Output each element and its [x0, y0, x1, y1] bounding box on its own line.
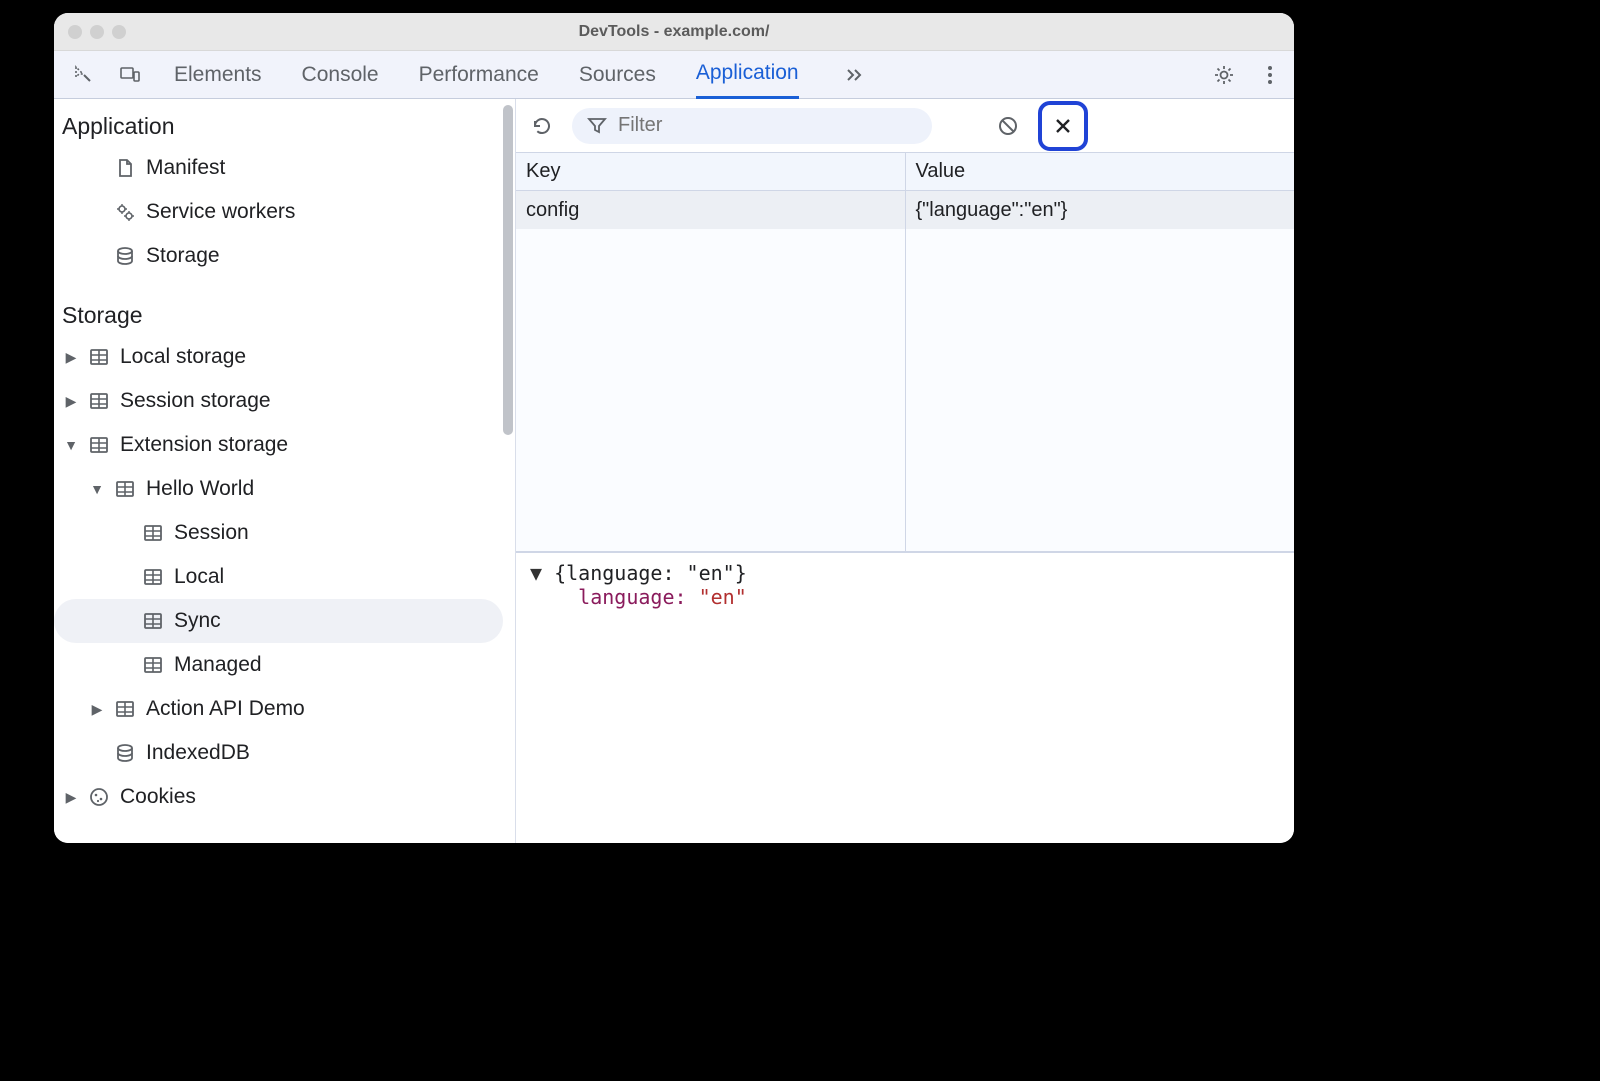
- sidebar-item-label: Cookies: [120, 785, 196, 809]
- tab-application[interactable]: Application: [696, 51, 799, 99]
- sidebar-group-storage: Storage: [54, 294, 515, 335]
- sidebar-item-label: Action API Demo: [146, 697, 305, 721]
- more-tabs-icon[interactable]: [839, 61, 867, 89]
- inspect-element-icon[interactable]: [70, 61, 98, 89]
- json-summary: {language: "en"}: [554, 561, 747, 585]
- sidebar-item-cookies[interactable]: ▶ Cookies: [54, 775, 515, 819]
- caret-right-icon[interactable]: ▶: [64, 789, 78, 806]
- window-title: DevTools - example.com/: [54, 23, 1294, 41]
- sidebar-group-application: Application: [54, 105, 515, 146]
- table-icon: [114, 478, 136, 500]
- sidebar-item-session-storage[interactable]: ▶ Session storage: [54, 379, 515, 423]
- tab-performance[interactable]: Performance: [419, 51, 539, 99]
- table-icon: [88, 346, 110, 368]
- gears-icon: [114, 201, 136, 223]
- table-icon: [142, 610, 164, 632]
- sidebar-item-extension-storage[interactable]: ▼ Extension storage: [54, 423, 515, 467]
- caret-right-icon[interactable]: ▶: [90, 701, 104, 718]
- sidebar-item-label: Service workers: [146, 200, 295, 224]
- table-cell-value[interactable]: {"language":"en"}: [906, 191, 1295, 229]
- sidebar-item-label: Storage: [146, 244, 220, 268]
- tab-console[interactable]: Console: [302, 51, 379, 99]
- sidebar-item-service-workers[interactable]: Service workers: [54, 190, 515, 234]
- kebab-menu-icon[interactable]: [1256, 61, 1284, 89]
- sidebar-item-hello-world[interactable]: ▼ Hello World: [54, 467, 515, 511]
- devtools-tabbar: Elements Console Performance Sources App…: [54, 51, 1294, 99]
- sidebar-item-manifest[interactable]: Manifest: [54, 146, 515, 190]
- sidebar-item-managed[interactable]: Managed: [54, 643, 515, 687]
- table-icon: [142, 654, 164, 676]
- delete-selected-button[interactable]: [1038, 101, 1088, 151]
- sidebar-item-storage-overview[interactable]: Storage: [54, 234, 515, 278]
- table-icon: [88, 390, 110, 412]
- cookie-icon: [88, 786, 110, 808]
- storage-toolbar: [516, 99, 1294, 153]
- traffic-max[interactable]: [112, 25, 126, 39]
- filter-input[interactable]: [618, 114, 918, 137]
- caret-right-icon[interactable]: ▶: [64, 393, 78, 410]
- sidebar-item-label: Local storage: [120, 345, 246, 369]
- clear-all-icon[interactable]: [994, 112, 1022, 140]
- sidebar-item-label: Manifest: [146, 156, 225, 180]
- column-header-value[interactable]: Value: [906, 153, 1295, 191]
- sidebar-item-label: Sync: [174, 609, 221, 633]
- sidebar-scrollbar[interactable]: [503, 105, 513, 435]
- table-icon: [142, 566, 164, 588]
- window-titlebar: DevTools - example.com/: [54, 13, 1294, 51]
- json-value: "en": [699, 585, 747, 609]
- device-toolbar-icon[interactable]: [116, 61, 144, 89]
- table-icon: [88, 434, 110, 456]
- table-icon: [142, 522, 164, 544]
- sidebar-item-label: Managed: [174, 653, 262, 677]
- storage-table[interactable]: Key config Value {"language":"en"}: [516, 153, 1294, 553]
- storage-main-pane: Key config Value {"language":"en"} ▼ {la…: [516, 99, 1294, 843]
- close-icon: [1049, 112, 1077, 140]
- sidebar-item-label: Hello World: [146, 477, 254, 501]
- sidebar-item-session[interactable]: Session: [54, 511, 515, 555]
- document-icon: [114, 157, 136, 179]
- refresh-icon[interactable]: [528, 112, 556, 140]
- table-cell-key[interactable]: config: [516, 191, 905, 229]
- sidebar-item-label: Session storage: [120, 389, 271, 413]
- sidebar-item-action-api-demo[interactable]: ▶ Action API Demo: [54, 687, 515, 731]
- devtools-window: DevTools - example.com/ Elements Console…: [54, 13, 1294, 843]
- caret-down-icon[interactable]: ▼: [90, 481, 104, 497]
- sidebar-item-label: Extension storage: [120, 433, 288, 457]
- database-icon: [114, 245, 136, 267]
- sidebar-item-sync[interactable]: Sync: [54, 599, 503, 643]
- database-icon: [114, 742, 136, 764]
- content-area: Application Manifest Service workers Sto…: [54, 99, 1294, 843]
- settings-gear-icon[interactable]: [1210, 61, 1238, 89]
- funnel-icon: [586, 115, 608, 137]
- json-preview[interactable]: ▼ {language: "en"} language: "en": [516, 553, 1294, 843]
- tab-sources[interactable]: Sources: [579, 51, 656, 99]
- sidebar-item-indexeddb[interactable]: IndexedDB: [54, 731, 515, 775]
- panel-tabs: Elements Console Performance Sources App…: [174, 51, 867, 99]
- caret-right-icon[interactable]: ▶: [64, 349, 78, 366]
- sidebar-item-label: Local: [174, 565, 224, 589]
- caret-down-icon[interactable]: ▼: [64, 437, 78, 453]
- sidebar-item-label: Session: [174, 521, 249, 545]
- window-traffic-lights[interactable]: [68, 25, 126, 39]
- sidebar-item-label: IndexedDB: [146, 741, 250, 765]
- application-sidebar[interactable]: Application Manifest Service workers Sto…: [54, 99, 516, 843]
- traffic-close[interactable]: [68, 25, 82, 39]
- sidebar-item-local-storage[interactable]: ▶ Local storage: [54, 335, 515, 379]
- column-header-key[interactable]: Key: [516, 153, 905, 191]
- json-key: language:: [578, 585, 698, 609]
- filter-input-wrapper[interactable]: [572, 108, 932, 144]
- sidebar-item-local[interactable]: Local: [54, 555, 515, 599]
- tab-elements[interactable]: Elements: [174, 51, 262, 99]
- traffic-min[interactable]: [90, 25, 104, 39]
- table-icon: [114, 698, 136, 720]
